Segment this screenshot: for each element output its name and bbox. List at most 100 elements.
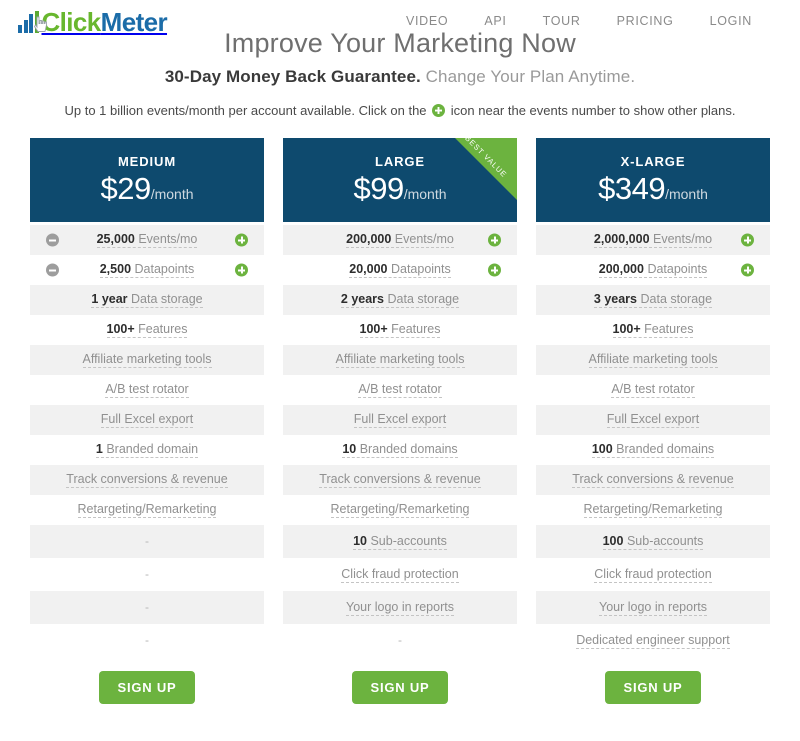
plan-feature-label: 10 Sub-accounts bbox=[353, 534, 447, 550]
plan-feature-label: Track conversions & revenue bbox=[572, 472, 734, 488]
plan-feature-row: Affiliate marketing tools bbox=[283, 345, 517, 375]
nav-item-api[interactable]: API bbox=[484, 14, 506, 28]
plan-feature-row: 100 Sub-accounts bbox=[536, 525, 770, 558]
plan-feature-label: Track conversions & revenue bbox=[66, 472, 228, 488]
plan-feature-text: Data storage bbox=[131, 292, 203, 306]
plan-feature-row: Retargeting/Remarketing bbox=[30, 495, 264, 525]
plan-feature-label: 200,000 Datapoints bbox=[598, 262, 708, 278]
plan-feature-value: 10 bbox=[353, 533, 367, 548]
plan-feature-text: Data storage bbox=[640, 292, 713, 306]
plan-feature-label: Retargeting/Remarketing bbox=[330, 502, 470, 518]
plan-card-medium: MEDIUM $29/month 25,000 Events/mo 2,500 Dat… bbox=[30, 138, 264, 704]
sign-up-button[interactable]: SIGN UP bbox=[352, 671, 448, 704]
plan-feature-row: Click fraud protection bbox=[536, 558, 770, 591]
plan-cta-wrapper: SIGN UP bbox=[283, 671, 517, 704]
minus-circle-icon[interactable] bbox=[46, 233, 59, 247]
plus-circle-icon[interactable] bbox=[235, 263, 248, 277]
plan-feature-row: 20,000 Datapoints bbox=[283, 255, 517, 285]
plan-feature-label: Track conversions & revenue bbox=[319, 472, 481, 488]
plan-feature-row: Track conversions & revenue bbox=[536, 465, 770, 495]
plan-feature-row: 100+ Features bbox=[30, 315, 264, 345]
plan-feature-row: Your logo in reports bbox=[536, 591, 770, 624]
plan-feature-row: Track conversions & revenue bbox=[283, 465, 517, 495]
nav-item-video[interactable]: VIDEO bbox=[406, 14, 448, 28]
plan-feature-row: 2,500 Datapoints bbox=[30, 255, 264, 285]
plan-feature-text: Click fraud protection bbox=[341, 566, 459, 581]
plan-feature-value: 100 bbox=[602, 533, 624, 548]
plan-feature-text: Full Excel export bbox=[606, 412, 700, 426]
plan-feature-row: Your logo in reports bbox=[283, 591, 517, 624]
plan-feature-label: 2,500 Datapoints bbox=[99, 262, 195, 278]
plan-feature-label: Affiliate marketing tools bbox=[588, 352, 718, 368]
plan-feature-row: 2 years Data storage bbox=[283, 285, 517, 315]
plan-feature-text: Datapoints bbox=[134, 262, 195, 276]
plan-feature-row: A/B test rotator bbox=[536, 375, 770, 405]
plan-feature-text: A/B test rotator bbox=[358, 382, 442, 396]
plan-price-period: /month bbox=[665, 186, 708, 202]
plan-feature-label: 100+ Features bbox=[359, 322, 441, 338]
plan-feature-text: Retargeting/Remarketing bbox=[583, 502, 723, 516]
plan-feature-row: Track conversions & revenue bbox=[30, 465, 264, 495]
plan-feature-text: Your logo in reports bbox=[346, 599, 454, 614]
plan-feature-row: Affiliate marketing tools bbox=[536, 345, 770, 375]
plan-feature-text: Full Excel export bbox=[100, 412, 194, 426]
plan-feature-text: Sub-accounts bbox=[370, 533, 447, 548]
plan-feature-label: 200,000 Events/mo bbox=[346, 232, 454, 248]
plan-feature-row: 100 Branded domains bbox=[536, 435, 770, 465]
plan-feature-label: - bbox=[145, 600, 149, 614]
plan-feature-row: 1 Branded domain bbox=[30, 435, 264, 465]
plan-feature-row: Full Excel export bbox=[283, 405, 517, 435]
plan-name: X-LARGE bbox=[620, 154, 686, 169]
plan-feature-value: 10 bbox=[342, 442, 357, 456]
plan-feature-label: Retargeting/Remarketing bbox=[77, 502, 217, 518]
plan-feature-text: Affiliate marketing tools bbox=[588, 352, 718, 366]
minus-circle-icon[interactable] bbox=[46, 263, 59, 277]
hero-subtitle-bold: 30-Day Money Back Guarantee. bbox=[164, 67, 421, 86]
plan-cta-wrapper: SIGN UP bbox=[30, 671, 264, 704]
plan-feature-label: Retargeting/Remarketing bbox=[583, 502, 723, 518]
plus-circle-icon[interactable] bbox=[235, 233, 248, 247]
plus-circle-icon[interactable] bbox=[741, 263, 754, 277]
plan-feature-label: Affiliate marketing tools bbox=[82, 352, 212, 368]
plus-circle-icon[interactable] bbox=[741, 233, 754, 247]
plan-feature-label: Your logo in reports bbox=[599, 600, 707, 616]
sign-up-button[interactable]: SIGN UP bbox=[99, 671, 195, 704]
plan-feature-list: 25,000 Events/mo 2,500 Datapoints 1 year D… bbox=[30, 225, 264, 657]
nav-item-tour[interactable]: TOUR bbox=[543, 14, 581, 28]
plan-name: LARGE bbox=[375, 154, 425, 169]
plan-feature-text: Datapoints bbox=[390, 262, 451, 276]
plan-feature-row: Retargeting/Remarketing bbox=[283, 495, 517, 525]
plan-feature-text: Features bbox=[644, 322, 694, 336]
pricing-plans: MEDIUM $29/month 25,000 Events/mo 2,500 Dat… bbox=[30, 138, 770, 704]
plan-feature-text: Events/mo bbox=[653, 232, 713, 246]
plus-circle-icon[interactable] bbox=[488, 233, 501, 247]
plan-feature-label: Your logo in reports bbox=[346, 600, 454, 616]
plan-feature-label: Click fraud protection bbox=[594, 566, 712, 583]
plan-feature-row: Dedicated engineer support bbox=[536, 624, 770, 657]
plan-feature-text: Your logo in reports bbox=[599, 599, 707, 614]
plan-feature-text: Click fraud protection bbox=[594, 566, 712, 581]
plan-feature-row: 100+ Features bbox=[283, 315, 517, 345]
pricing-page: ClickMeter VIDEO API TOUR PRICING LOGIN … bbox=[0, 0, 800, 741]
plan-feature-text: A/B test rotator bbox=[105, 382, 189, 396]
plan-feature-label: 25,000 Events/mo bbox=[96, 232, 198, 248]
plan-header: MEDIUM $29/month bbox=[30, 138, 264, 222]
nav-item-pricing[interactable]: PRICING bbox=[617, 14, 674, 28]
plan-feature-label: A/B test rotator bbox=[358, 382, 442, 398]
plan-feature-row: A/B test rotator bbox=[283, 375, 517, 405]
plan-feature-label: Click fraud protection bbox=[341, 566, 459, 583]
plan-feature-text: Datapoints bbox=[647, 262, 708, 276]
plan-price-amount: $99 bbox=[353, 171, 404, 206]
plan-feature-value: 25,000 bbox=[96, 232, 135, 246]
plan-feature-row: 10 Branded domains bbox=[283, 435, 517, 465]
plan-feature-value: 100+ bbox=[106, 322, 135, 336]
plan-feature-row: Full Excel export bbox=[30, 405, 264, 435]
plan-feature-text: Full Excel export bbox=[353, 412, 447, 426]
plan-feature-text: Branded domains bbox=[616, 442, 715, 456]
nav-item-login[interactable]: LOGIN bbox=[710, 14, 752, 28]
plan-feature-row: 2,000,000 Events/mo bbox=[536, 225, 770, 255]
plan-feature-value: 2 years bbox=[340, 292, 385, 306]
plus-circle-icon[interactable] bbox=[488, 263, 501, 277]
sign-up-button[interactable]: SIGN UP bbox=[605, 671, 701, 704]
plan-feature-row: 200,000 Datapoints bbox=[536, 255, 770, 285]
